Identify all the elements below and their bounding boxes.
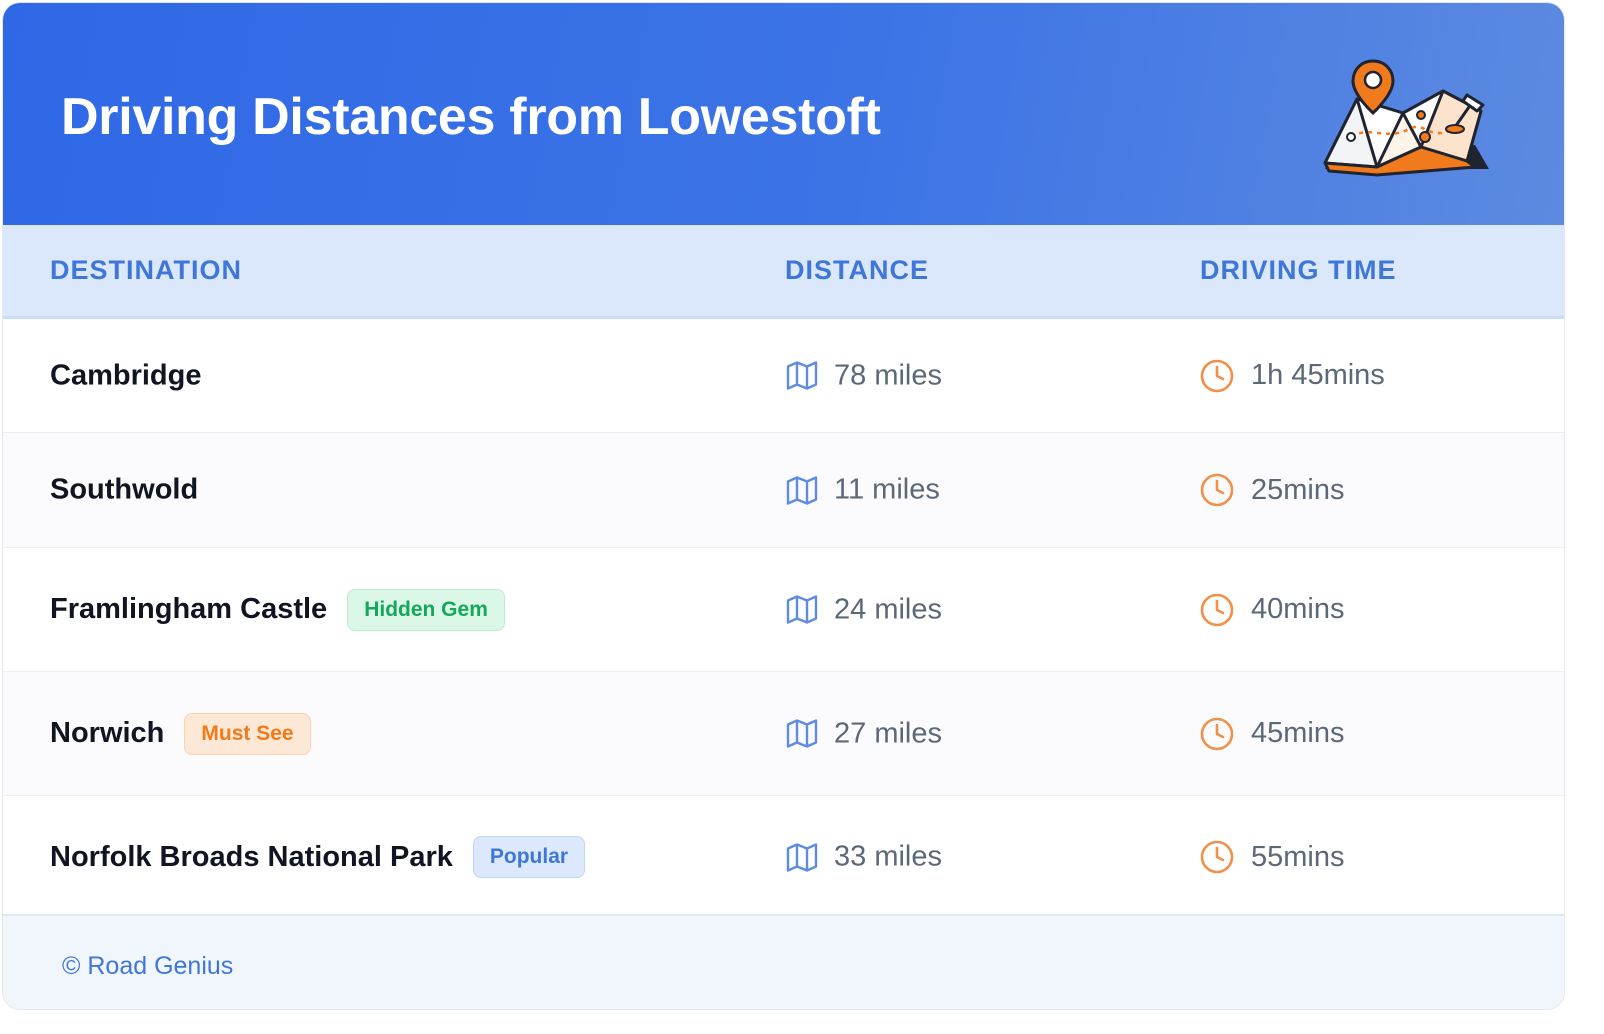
table-row: Norwich Must See 27 miles 45mins bbox=[3, 672, 1564, 796]
table-row: Southwold 11 miles 25mins bbox=[3, 433, 1564, 548]
time-cell: 45mins bbox=[1199, 716, 1345, 752]
map-icon bbox=[786, 719, 818, 748]
distance-value: 78 miles bbox=[834, 359, 942, 391]
destination-name: Framlingham Castle bbox=[50, 593, 328, 625]
clock-icon bbox=[1200, 473, 1234, 507]
destination-cell: Norwich Must See bbox=[50, 712, 311, 755]
time-cell: 1h 45mins bbox=[1199, 358, 1385, 394]
map-icon bbox=[786, 595, 818, 624]
distance-value: 24 miles bbox=[834, 593, 942, 625]
time-cell: 25mins bbox=[1199, 472, 1345, 508]
must-see-badge: Must See bbox=[184, 712, 311, 755]
column-header-distance: DISTANCE bbox=[785, 255, 930, 285]
clock-icon bbox=[1200, 359, 1234, 392]
distance-cell: 11 miles bbox=[786, 474, 940, 507]
time-value: 25mins bbox=[1251, 473, 1345, 506]
column-header-driving-time: DRIVING TIME bbox=[1200, 255, 1397, 285]
time-value: 45mins bbox=[1251, 717, 1345, 749]
distance-table-card: Driving Distances from Lowestoft DESTINA… bbox=[2, 2, 1565, 1010]
table-row: Framlingham Castle Hidden Gem 24 miles 4… bbox=[3, 548, 1564, 672]
distance-value: 33 miles bbox=[834, 840, 942, 873]
distance-cell: 27 miles bbox=[786, 717, 942, 750]
time-value: 55mins bbox=[1251, 840, 1345, 873]
time-cell: 55mins bbox=[1199, 839, 1345, 875]
time-value: 1h 45mins bbox=[1251, 359, 1385, 391]
card-header: Driving Distances from Lowestoft bbox=[3, 3, 1564, 225]
map-with-location-pin-icon bbox=[1323, 59, 1489, 177]
distance-cell: 24 miles bbox=[786, 593, 942, 626]
destination-name: Southwold bbox=[50, 473, 199, 506]
distance-cell: 78 miles bbox=[786, 359, 942, 392]
time-cell: 40mins bbox=[1199, 592, 1345, 628]
destination-cell: Norfolk Broads National Park Popular bbox=[50, 836, 586, 878]
distance-value: 11 miles bbox=[834, 473, 940, 506]
clock-icon bbox=[1200, 593, 1234, 626]
destination-cell: Southwold bbox=[50, 474, 198, 507]
clock-icon bbox=[1200, 717, 1234, 750]
column-header-destination: DESTINATION bbox=[50, 255, 242, 285]
destination-cell: Cambridge bbox=[50, 359, 201, 392]
map-icon bbox=[786, 842, 818, 872]
distance-value: 27 miles bbox=[834, 717, 942, 749]
distance-cell: 33 miles bbox=[786, 841, 942, 874]
table-header: DESTINATION DISTANCE DRIVING TIME bbox=[3, 225, 1564, 319]
time-value: 40mins bbox=[1251, 593, 1345, 625]
table-row: Cambridge 78 miles 1h 45mins bbox=[3, 319, 1564, 433]
copyright-credit: © Road Genius bbox=[62, 952, 234, 980]
map-icon bbox=[786, 475, 818, 505]
destination-name: Norwich bbox=[50, 717, 165, 749]
table-row: Norfolk Broads National Park Popular 33 … bbox=[3, 796, 1564, 918]
hidden-gem-badge: Hidden Gem bbox=[347, 588, 505, 631]
card-footer: © Road Genius bbox=[3, 914, 1564, 1009]
destination-name: Norfolk Broads National Park bbox=[50, 840, 453, 873]
popular-badge: Popular bbox=[472, 836, 586, 878]
clock-icon bbox=[1200, 840, 1234, 874]
map-icon bbox=[786, 361, 818, 390]
page-title: Driving Distances from Lowestoft bbox=[61, 88, 881, 146]
destination-cell: Framlingham Castle Hidden Gem bbox=[50, 588, 505, 631]
destination-name: Cambridge bbox=[50, 359, 202, 391]
